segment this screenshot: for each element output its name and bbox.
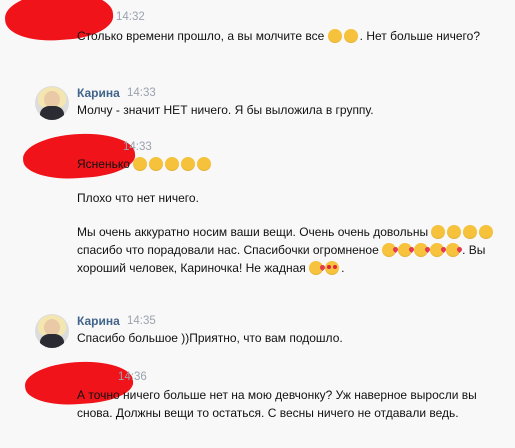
avatar[interactable] [35, 314, 69, 348]
message-time: 14:33 [123, 141, 152, 153]
message-time: 14:36 [118, 371, 147, 383]
message-paragraph: Молчу - значит НЕТ ничего. Я бы выложила… [77, 101, 497, 119]
message-text-run: А точно ничего больше нет на мою девчонк… [77, 388, 477, 420]
message-text: А точно ничего больше нет на мою девчонк… [77, 386, 497, 422]
relieved-face-icon [197, 157, 212, 171]
confounded-face-icon [343, 29, 358, 43]
relieved-face-icon [181, 157, 196, 171]
relieved-face-icon [327, 29, 342, 43]
smiling-face-icon [479, 225, 494, 239]
sender-name[interactable]: Карина [77, 86, 120, 100]
relieved-face-icon [165, 157, 180, 171]
message-text-run: Молчу - значит НЕТ ничего. Я бы выложила… [77, 103, 374, 117]
smiling-face-icon [463, 225, 478, 239]
message-time: 14:32 [116, 11, 145, 23]
relieved-face-icon [149, 157, 164, 171]
face-blowing-kiss-icon [430, 243, 445, 257]
face-blowing-kiss-icon [414, 243, 429, 257]
message-paragraph: Ясненько [77, 155, 497, 173]
face-blowing-kiss-icon [398, 243, 413, 257]
message-text: Спасибо большое ))Приятно, что вам подош… [77, 329, 497, 347]
message-text: Ясненько Плохо что нет ничего. Мы очень а… [77, 155, 497, 277]
message-paragraph: Мы очень аккуратно носим ваши вещи. Очен… [77, 223, 497, 277]
message-text-run: спасибо что порадовали нас. Спасибочки о… [77, 243, 383, 257]
message-paragraph: Столько времени прошло, а вы молчите все… [77, 27, 497, 45]
message-text-run: Ясненько [77, 157, 134, 171]
message-time: 14:33 [127, 87, 156, 99]
message-paragraph: Спасибо большое ))Приятно, что вам подош… [77, 329, 497, 347]
message-text-run: Спасибо большое ))Приятно, что вам подош… [77, 331, 343, 345]
message-text-run: Столько времени прошло, а вы молчите все [77, 29, 328, 43]
message-text-run: . Нет больше ничего? [359, 29, 480, 43]
avatar[interactable] [35, 86, 69, 120]
face-blowing-kiss-icon [309, 261, 324, 275]
message-text-run: Мы очень аккуратно носим ваши вещи. Очен… [77, 225, 432, 239]
relieved-face-icon [133, 157, 148, 171]
heart-eyes-face-icon [325, 261, 340, 275]
message-time: 14:35 [127, 315, 156, 327]
face-blowing-kiss-icon [446, 243, 461, 257]
message-text: Молчу - значит НЕТ ничего. Я бы выложила… [77, 101, 497, 119]
message-text-run: . [341, 261, 345, 275]
smiling-face-icon [431, 225, 446, 239]
face-blowing-kiss-icon [382, 243, 397, 257]
message-paragraph: А точно ничего больше нет на мою девчонк… [77, 386, 497, 422]
message-text-run: Плохо что нет ничего. [77, 191, 199, 205]
message-text: Столько времени прошло, а вы молчите все… [77, 27, 497, 45]
message-paragraph: Плохо что нет ничего. [77, 189, 497, 207]
smiling-face-icon [447, 225, 462, 239]
sender-name[interactable]: Карина [77, 314, 120, 328]
